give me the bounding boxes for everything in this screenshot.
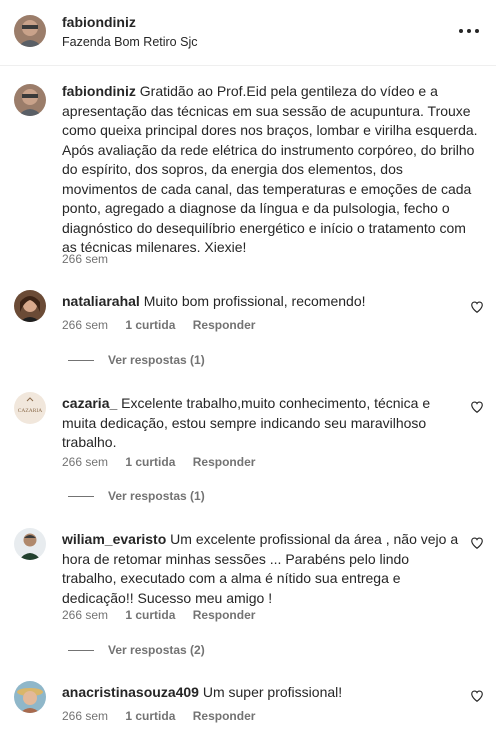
avatar-logo-text: CAZARIA [18,408,42,414]
post-header: fabiondiniz Fazenda Bom Retiro Sjc [0,0,496,66]
comment-text: nataliarahal Muito bom profissional, rec… [62,292,462,312]
heart-icon[interactable] [470,536,484,550]
comment-time[interactable]: 266 sem [62,709,108,723]
heart-icon[interactable] [470,689,484,703]
heart-icon[interactable] [470,300,484,314]
caption-text: fabiondiniz Gratidão ao Prof.Eid pela ge… [62,82,482,258]
view-replies-label[interactable]: Ver respostas (1) [108,353,205,367]
comment-text: cazaria_ Excelente trabalho,muito conhec… [62,394,462,453]
comment-avatar[interactable]: CAZARIA [14,392,46,424]
comment-body: Um super profissional! [202,684,343,700]
header-username[interactable]: fabiondiniz [62,14,136,30]
comment-meta: 266 sem 1 curtida Responder [62,709,269,723]
reply-button[interactable]: Responder [193,318,256,332]
comment-meta: 266 sem 1 curtida Responder [62,318,269,332]
view-replies-button[interactable]: Ver respostas (1) [68,353,205,367]
comment-body: Excelente trabalho,muito conhecimento, t… [62,395,431,450]
heart-icon[interactable] [470,400,484,414]
comment-avatar[interactable] [14,681,46,713]
caption-body: Gratidão ao Prof.Eid pela gentileza do v… [62,83,478,255]
replies-divider [68,650,94,652]
comment-likes[interactable]: 1 curtida [125,709,175,723]
comment-time[interactable]: 266 sem [62,455,108,469]
comment-meta: 266 sem 1 curtida Responder [62,608,269,622]
reply-button[interactable]: Responder [193,455,256,469]
comment-meta: 266 sem 1 curtida Responder [62,455,269,469]
comment-username[interactable]: wiliam_evaristo [62,531,166,547]
comment-likes[interactable]: 1 curtida [125,608,175,622]
caption-meta: 266 sem [62,252,122,266]
header-location[interactable]: Fazenda Bom Retiro Sjc [62,35,197,49]
view-replies-label[interactable]: Ver respostas (1) [108,489,205,503]
view-replies-label[interactable]: Ver respostas (2) [108,643,205,657]
more-horizontal-icon[interactable] [458,22,480,40]
reply-button[interactable]: Responder [193,608,256,622]
comment-likes[interactable]: 1 curtida [125,318,175,332]
replies-divider [68,496,94,498]
view-replies-button[interactable]: Ver respostas (1) [68,489,205,503]
header-avatar[interactable] [14,15,46,47]
caption-time[interactable]: 266 sem [62,252,108,266]
comment-body: Muito bom profissional, recomendo! [143,293,366,309]
view-replies-button[interactable]: Ver respostas (2) [68,643,205,657]
comment-time[interactable]: 266 sem [62,318,108,332]
comment-text: wiliam_evaristo Um excelente profissiona… [62,530,462,608]
comment-avatar[interactable] [14,528,46,560]
caption-avatar[interactable] [14,84,46,116]
reply-button[interactable]: Responder [193,709,256,723]
comment-text: anacristinasouza409 Um super profissiona… [62,683,462,703]
comment-time[interactable]: 266 sem [62,608,108,622]
comment-username[interactable]: nataliarahal [62,293,140,309]
comment-avatar[interactable] [14,290,46,322]
caption-username[interactable]: fabiondiniz [62,83,136,99]
replies-divider [68,360,94,362]
comment-username[interactable]: cazaria_ [62,395,117,411]
comment-likes[interactable]: 1 curtida [125,455,175,469]
comment-username[interactable]: anacristinasouza409 [62,684,199,700]
